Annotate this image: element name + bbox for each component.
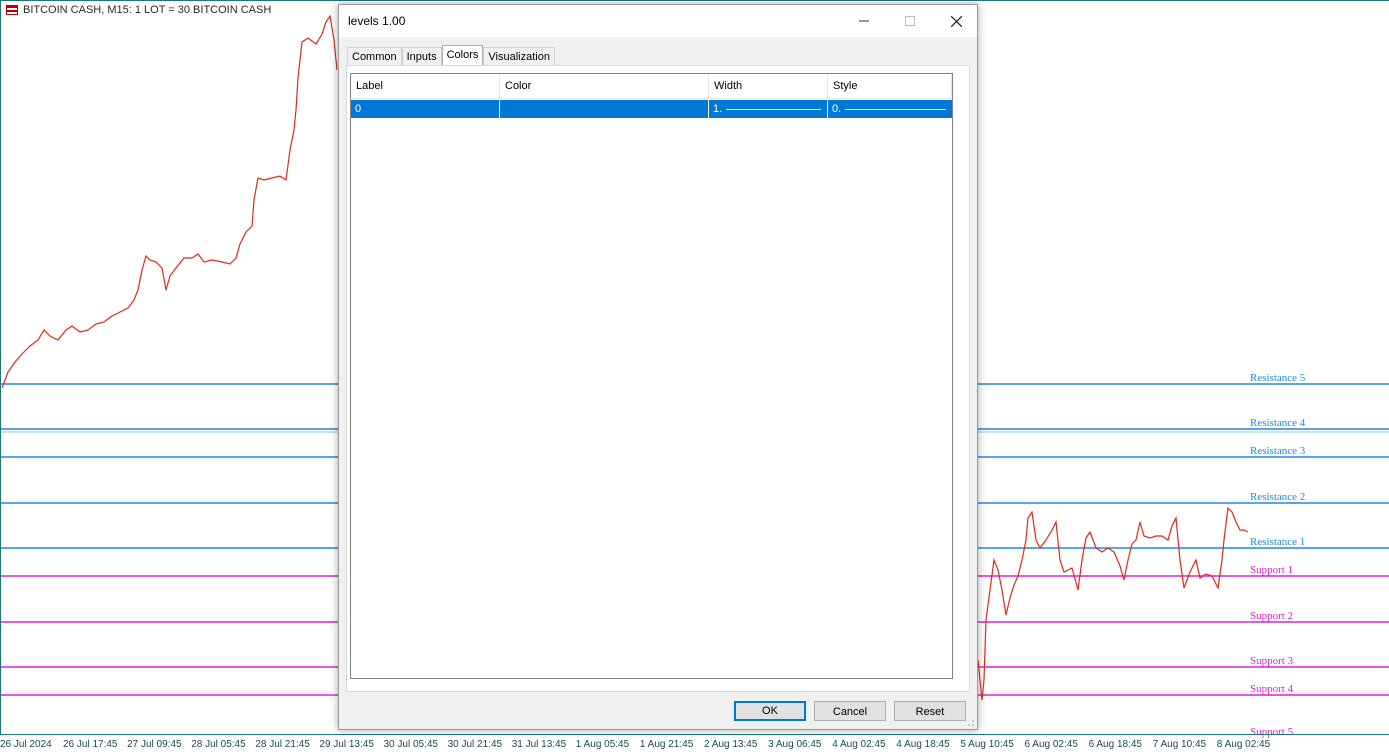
time-tick-label: 26 Jul 17:45 [63, 739, 118, 750]
chart-symbol-icon [6, 5, 18, 15]
minimize-icon [859, 20, 869, 22]
column-color[interactable]: Color [500, 74, 709, 98]
level-label: Support 2 [1250, 610, 1294, 622]
time-tick-label: 4 Aug 02:45 [832, 739, 886, 750]
column-label[interactable]: Label [351, 74, 500, 98]
time-tick-label: 29 Jul 13:45 [319, 739, 374, 750]
table-header: Label Color Width Style [351, 74, 952, 99]
time-tick-label: 28 Jul 05:45 [191, 739, 246, 750]
time-tick-label: 6 Aug 02:45 [1024, 739, 1078, 750]
close-button[interactable] [933, 5, 979, 37]
maximize-icon [905, 16, 915, 26]
tab-inputs[interactable]: Inputs [401, 47, 442, 66]
time-tick-label: 1 Aug 21:45 [639, 739, 694, 750]
level-label: Resistance 4 [1250, 417, 1306, 429]
maximize-button[interactable] [887, 5, 933, 37]
column-style[interactable]: Style [828, 74, 952, 98]
time-tick-label: 1 Aug 05:45 [575, 739, 630, 750]
level-label: Support 1 [1250, 564, 1294, 576]
level-label: Resistance 3 [1250, 445, 1306, 457]
time-tick-label: 6 Aug 18:45 [1088, 739, 1142, 750]
chart-title: BITCOIN CASH, M15: 1 LOT = 30 BITCOIN CA… [23, 4, 272, 16]
ok-button[interactable]: OK [734, 701, 806, 721]
cell-style[interactable]: 0. [828, 100, 952, 118]
level-label: Resistance 1 [1250, 536, 1306, 548]
time-axis: 26 Jul 2024 26 Jul 17:45 27 Jul 09:45 28 Ju… [0, 734, 1389, 755]
dialog-title: levels 1.00 [348, 14, 406, 28]
time-tick-label: 30 Jul 21:45 [447, 739, 503, 750]
tab-colors[interactable]: Colors [441, 45, 484, 66]
level-label: Resistance 5 [1250, 372, 1306, 384]
cell-label-value: 0 [355, 103, 362, 115]
time-tick-label: 3 Aug 06:45 [768, 739, 822, 750]
cancel-button[interactable]: Cancel [814, 701, 886, 721]
column-width[interactable]: Width [709, 74, 828, 98]
cell-width-value: 1. [713, 103, 723, 115]
price-series-right [977, 506, 1249, 701]
time-tick-label: 26 Jul 2024 [0, 739, 52, 750]
width-line-preview [726, 108, 821, 110]
style-line-preview [845, 108, 946, 110]
level-label: Support 4 [1250, 683, 1294, 695]
chart-frame-top [0, 0, 1389, 1]
level-label: Support 3 [1250, 655, 1294, 667]
price-series-left [1, 14, 338, 389]
time-tick-label: 8 Aug 02:45 [1216, 739, 1271, 750]
cell-width[interactable]: 1. [709, 100, 828, 118]
cell-color[interactable] [500, 100, 709, 118]
time-tick-label: 2 Aug 13:45 [704, 739, 758, 750]
reset-button[interactable]: Reset [894, 701, 966, 721]
chart-header: BITCOIN CASH, M15: 1 LOT = 30 BITCOIN CA… [6, 4, 271, 16]
chart-frame-left [0, 0, 1, 734]
levels-dialog: levels 1.00 Common Inputs Colors Visuali… [338, 4, 978, 730]
level-label: Resistance 2 [1250, 491, 1306, 503]
resize-grip-icon[interactable] [967, 719, 975, 727]
colors-table[interactable]: Label Color Width Style 0 1. 0. [350, 73, 953, 679]
time-tick-label: 31 Jul 13:45 [511, 739, 567, 750]
dialog-titlebar[interactable]: levels 1.00 [339, 5, 977, 37]
dialog-tabs: Common Inputs Colors Visualization [347, 45, 555, 66]
time-tick-label: 5 Aug 10:45 [960, 739, 1014, 750]
time-tick-label: 4 Aug 18:45 [896, 739, 950, 750]
time-tick-label: 7 Aug 10:45 [1152, 739, 1207, 750]
close-icon [950, 15, 962, 27]
time-tick-label: 27 Jul 09:45 [127, 739, 182, 750]
minimize-button[interactable] [841, 5, 887, 37]
cell-style-value: 0. [832, 103, 842, 115]
time-tick-label: 28 Jul 21:45 [255, 739, 310, 750]
tab-common[interactable]: Common [347, 47, 402, 66]
tab-visualization[interactable]: Visualization [483, 47, 555, 66]
cell-label[interactable]: 0 [351, 100, 500, 118]
table-row[interactable]: 0 1. 0. [351, 100, 952, 118]
time-tick-label: 30 Jul 05:45 [383, 739, 439, 750]
